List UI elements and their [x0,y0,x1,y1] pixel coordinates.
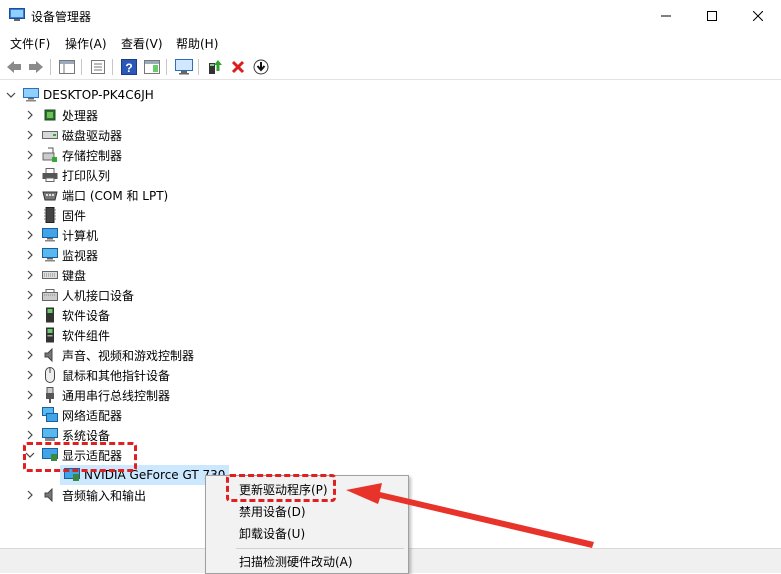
red-arrow-annotation [346,483,594,548]
